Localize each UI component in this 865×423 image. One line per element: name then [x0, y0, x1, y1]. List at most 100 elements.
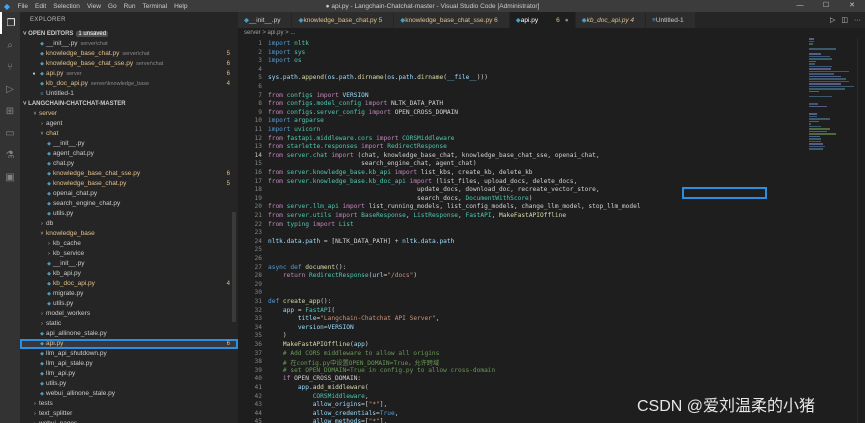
source-control-icon[interactable]: ⑂ — [0, 56, 20, 78]
code-line[interactable]: app.add_middleware( — [268, 384, 369, 391]
tree-file[interactable]: ◆ openai_chat.py — [20, 189, 238, 199]
tree-folder[interactable]: ˅ chat — [20, 129, 238, 139]
code-line[interactable]: def create_app(): — [268, 298, 331, 305]
unsaved-dot-icon[interactable]: ● — [565, 17, 569, 24]
minimize-icon[interactable]: — — [787, 0, 813, 12]
code-line[interactable]: from server.llm_api import list_running_… — [268, 203, 641, 210]
open-editor-item[interactable]: ◆ __init__.py server\chat — [20, 39, 238, 49]
code-line[interactable]: version=VERSION — [268, 324, 354, 331]
code-line[interactable]: from server.knowledge_base.kb_doc_api im… — [268, 178, 577, 185]
code-line[interactable]: import os — [268, 57, 302, 64]
open-editor-item[interactable]: ● ◆ api.py server 6 — [20, 69, 238, 79]
split-editor-icon[interactable]: ◫ — [841, 16, 848, 24]
code-line[interactable]: allow_credentials=True, — [268, 410, 399, 417]
code-line[interactable]: nltk.data.path = [NLTK_DATA_PATH] + nltk… — [268, 238, 454, 245]
code-line[interactable]: return RedirectResponse(url="/docs") — [268, 272, 417, 279]
tree-folder[interactable]: ˅ server — [20, 109, 238, 119]
tree-folder[interactable]: › tests — [20, 399, 238, 409]
menu-item-terminal[interactable]: Terminal — [139, 3, 171, 10]
tree-file[interactable]: ◆ llm_api_stale.py — [20, 359, 238, 369]
tree-file[interactable]: ◆ __init__.py — [20, 139, 238, 149]
tree-folder[interactable]: ˅ knowledge_base — [20, 229, 238, 239]
menu-item-selection[interactable]: Selection — [50, 3, 84, 10]
run-debug-icon[interactable]: ▷ — [0, 78, 20, 100]
code-line[interactable]: import sys — [268, 49, 305, 56]
tree-file[interactable]: ◆ api.py 6 — [20, 339, 238, 349]
open-editor-item[interactable]: ≡ Untitled-1 — [20, 89, 238, 99]
remote-explorer-icon[interactable]: ▭ — [0, 122, 20, 144]
tree-file[interactable]: ◆ webui_allinone_stale.py — [20, 389, 238, 399]
open-editors-section[interactable]: ˅ OPEN EDITORS 1 unsaved — [20, 29, 238, 39]
tree-file[interactable]: ◆ agent_chat.py — [20, 149, 238, 159]
code-line[interactable]: search_engine_chat, agent_chat) — [268, 160, 477, 167]
code-line[interactable]: import nltk — [268, 40, 309, 47]
breadcrumb[interactable]: server > api.py > ... — [238, 28, 865, 38]
code-line[interactable]: import uvicorn — [268, 126, 320, 133]
tree-file[interactable]: ◆ kb_api.py — [20, 269, 238, 279]
code-line[interactable]: from typing import List — [268, 221, 354, 228]
tree-file[interactable]: ◆ knowledge_base_chat.py 5 — [20, 179, 238, 189]
code-line[interactable]: from server.knowledge_base.kb_api import… — [268, 169, 533, 176]
unsaved-dot-icon[interactable]: ● — [30, 69, 38, 79]
more-actions-icon[interactable]: ··· — [854, 17, 861, 24]
tree-folder[interactable]: › static — [20, 319, 238, 329]
tree-file[interactable]: ◆ knowledge_base_chat_sse.py 6 — [20, 169, 238, 179]
tree-file[interactable]: ◆ api_allinone_stale.py — [20, 329, 238, 339]
tree-folder[interactable]: › kb_service — [20, 249, 238, 259]
code-line[interactable]: allow_methods=["*"], — [268, 418, 388, 423]
menu-item-help[interactable]: Help — [171, 3, 191, 10]
project-section[interactable]: ˅ LANGCHAIN-CHATCHAT-MASTER — [20, 99, 238, 109]
open-editor-item[interactable]: ◆ knowledge_base_chat.py server\chat 5 — [20, 49, 238, 59]
code-line[interactable]: if OPEN_CROSS_DOMAIN: — [268, 375, 361, 382]
code-line[interactable]: from configs import VERSION — [268, 92, 369, 99]
tree-file[interactable]: ◆ kb_doc_api.py 4 — [20, 279, 238, 289]
code-line[interactable]: from configs.server_config import OPEN_C… — [268, 109, 458, 116]
code-line[interactable]: from server.chat import (chat, knowledge… — [268, 152, 600, 159]
code-line[interactable]: ) — [268, 332, 287, 339]
code-line[interactable]: CORSMiddleware, — [268, 393, 369, 400]
menu-item-file[interactable]: File — [14, 3, 31, 10]
code-line[interactable]: update_docs, download_doc, recreate_vect… — [268, 186, 600, 193]
menu-item-edit[interactable]: Edit — [31, 3, 49, 10]
code-line[interactable]: allow_origins=["*"], — [268, 401, 388, 408]
docker-icon[interactable]: ▣ — [0, 166, 20, 188]
tree-folder[interactable]: › model_workers — [20, 309, 238, 319]
code-editor[interactable]: 1 import nltk 2 import sys 3 import os 4 5 sys.p… — [238, 38, 865, 423]
open-editor-item[interactable]: ◆ kb_doc_api.py server\knowledge_base 4 — [20, 79, 238, 89]
tree-file[interactable]: ◆ migrate.py — [20, 289, 238, 299]
code-line[interactable]: MakeFastAPIOffline(app) — [268, 341, 369, 348]
close-icon[interactable]: ✕ — [839, 0, 865, 12]
tree-folder[interactable]: ›webui_pages — [20, 419, 238, 423]
code-line[interactable]: from starlette.responses import Redirect… — [268, 143, 447, 150]
code-line[interactable]: from fastapi.middleware.cors import CORS… — [268, 135, 454, 142]
search-icon[interactable]: ⌕ — [0, 34, 20, 56]
code-line[interactable]: # set OPEN_DOMAIN=True in config.py to a… — [268, 367, 495, 374]
tree-file[interactable]: ◆ chat.py — [20, 159, 238, 169]
menu-item-view[interactable]: View — [83, 3, 104, 10]
tree-folder[interactable]: › kb_cache — [20, 239, 238, 249]
tab-api-py[interactable]: ◆ api.py 6 ● — [509, 12, 576, 28]
open-editor-item[interactable]: ◆ knowledge_base_chat_sse.py server\chat 6 — [20, 59, 238, 69]
code-line[interactable]: # Add CORS middleware to allow all origi… — [268, 350, 439, 357]
tree-file[interactable]: ◆ utils.py — [20, 379, 238, 389]
minimap[interactable] — [809, 38, 855, 198]
tree-folder[interactable]: › text_splitter — [20, 409, 238, 419]
menu-item-go[interactable]: Go — [104, 3, 120, 10]
tree-file[interactable]: ◆ utils.py — [20, 209, 238, 219]
code-line[interactable]: app = FastAPI( — [268, 307, 335, 314]
code-line[interactable]: from configs.model_config import NLTK_DA… — [268, 100, 443, 107]
code-line[interactable]: title="Langchain-Chatchat API Server", — [268, 315, 440, 322]
code-line[interactable]: search_docs, DocumentWithScore) — [268, 195, 533, 202]
run-icon[interactable]: ▷ — [830, 16, 835, 24]
code-line[interactable]: async def document(): — [268, 264, 346, 271]
tree-folder[interactable]: › db — [20, 219, 238, 229]
tree-file[interactable]: ◆ search_engine_chat.py — [20, 199, 238, 209]
sidebar-scrollbar[interactable] — [232, 212, 236, 322]
code-line[interactable]: from server.utils import BaseResponse, L… — [268, 212, 566, 219]
explorer-icon[interactable]: ❐ — [0, 12, 20, 34]
extensions-icon[interactable]: ⊞ — [0, 100, 20, 122]
tree-file[interactable]: ◆ utils.py — [20, 299, 238, 309]
code-line[interactable]: sys.path.append(os.path.dirname(os.path.… — [268, 74, 488, 81]
tree-file[interactable]: ◆ __init__.py — [20, 259, 238, 269]
tab-knowledge-base-chat-sse-py[interactable]: ◆ knowledge_base_chat_sse.py 6 — [394, 12, 510, 28]
